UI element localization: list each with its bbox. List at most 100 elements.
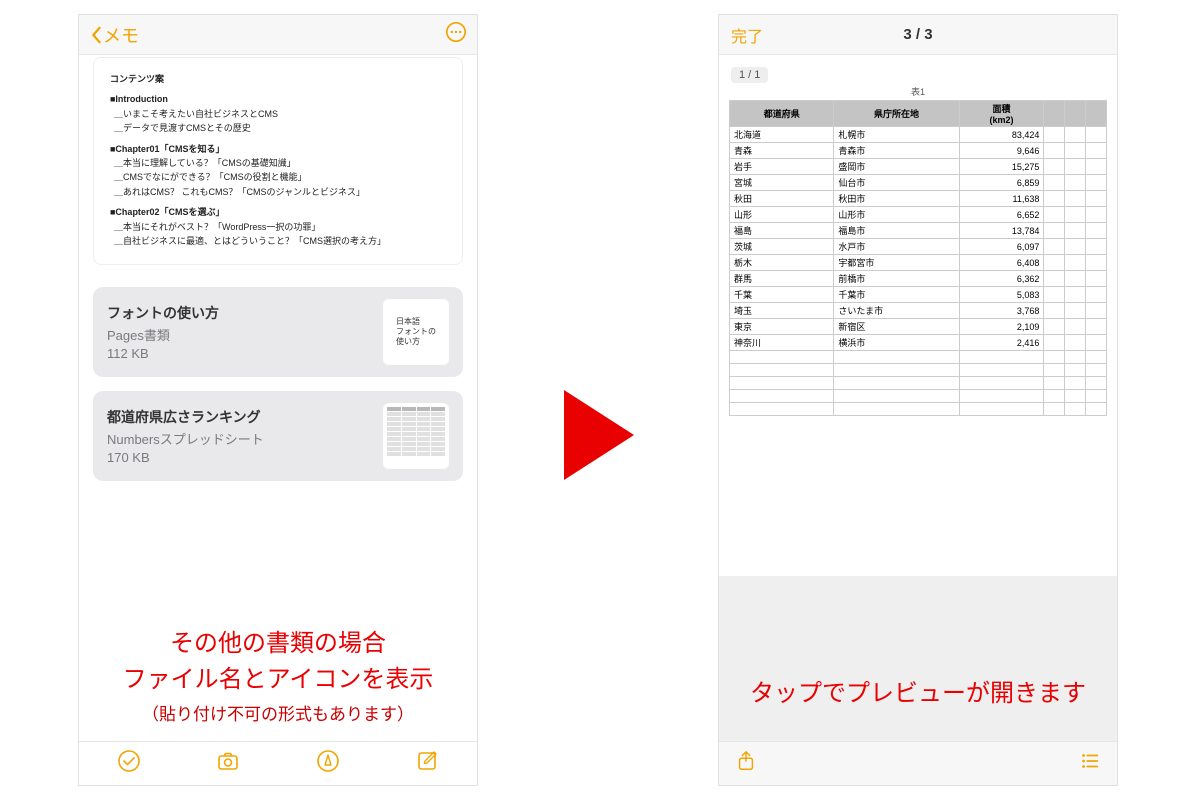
table-cell xyxy=(1065,351,1086,364)
table-cell: 茨城 xyxy=(730,239,834,255)
arrow-icon xyxy=(564,390,634,480)
table-cell xyxy=(1065,335,1086,351)
table-row: 茨城水戸市6,097 xyxy=(730,239,1107,255)
column-header xyxy=(1086,101,1107,127)
table-cell: 北海道 xyxy=(730,127,834,143)
table-cell xyxy=(1044,319,1065,335)
table-row: 埼玉さいたま市3,768 xyxy=(730,303,1107,319)
table-row xyxy=(730,403,1107,416)
table-cell xyxy=(1044,191,1065,207)
checklist-button[interactable] xyxy=(117,749,141,778)
caption-line: その他の書類の場合 xyxy=(50,626,506,662)
table-cell: 宇都宮市 xyxy=(834,255,959,271)
table-row: 千葉千葉市5,083 xyxy=(730,287,1107,303)
table-cell xyxy=(730,351,834,364)
note-line: ＿データで見渡すCMSとその歴史 xyxy=(114,121,446,135)
ellipsis-circle-icon xyxy=(445,21,467,43)
column-header xyxy=(1044,101,1065,127)
table-row: 栃木宇都宮市6,408 xyxy=(730,255,1107,271)
table-cell xyxy=(1086,255,1107,271)
table-cell: 6,097 xyxy=(959,239,1044,255)
table-cell xyxy=(1065,377,1086,390)
table-cell: 6,408 xyxy=(959,255,1044,271)
attachment-card[interactable]: 都道府県広さランキングNumbersスプレッドシート170 KB xyxy=(93,391,463,481)
table-cell: 東京 xyxy=(730,319,834,335)
table-cell: 5,083 xyxy=(959,287,1044,303)
spreadsheet-table: 都道府県県庁所在地面積 (km2) 北海道札幌市83,424青森青森市9,646… xyxy=(729,100,1107,416)
table-cell xyxy=(730,390,834,403)
column-header: 都道府県 xyxy=(730,101,834,127)
table-cell xyxy=(1065,207,1086,223)
table-cell: 9,646 xyxy=(959,143,1044,159)
table-cell: 前橋市 xyxy=(834,271,959,287)
table-row: 神奈川横浜市2,416 xyxy=(730,335,1107,351)
more-button[interactable] xyxy=(445,21,467,48)
bottom-toolbar xyxy=(79,741,477,785)
table-cell xyxy=(730,377,834,390)
table-cell xyxy=(1086,223,1107,239)
table-cell: 15,275 xyxy=(959,159,1044,175)
preview-body[interactable]: 1 / 1 表1 都道府県県庁所在地面積 (km2) 北海道札幌市83,424青… xyxy=(719,55,1117,741)
table-cell xyxy=(1044,175,1065,191)
caption-left: その他の書類の場合 ファイル名とアイコンを表示 （貼り付け不可の形式もあります） xyxy=(50,626,506,728)
table-cell xyxy=(1065,303,1086,319)
table-cell xyxy=(1044,127,1065,143)
table-cell xyxy=(1086,319,1107,335)
table-cell xyxy=(1065,239,1086,255)
note-section-title: ■Chapter02「CMSを選ぶ」 xyxy=(110,205,446,219)
table-cell xyxy=(834,377,959,390)
table-cell: 11,638 xyxy=(959,191,1044,207)
page-indicator: 3 / 3 xyxy=(903,26,932,43)
table-cell xyxy=(1044,239,1065,255)
table-row: 北海道札幌市83,424 xyxy=(730,127,1107,143)
note-section-title: ■Chapter01「CMSを知る」 xyxy=(110,142,446,156)
table-cell: 秋田市 xyxy=(834,191,959,207)
table-cell: 盛岡市 xyxy=(834,159,959,175)
table-cell xyxy=(834,364,959,377)
attachment-title: 都道府県広さランキング xyxy=(107,407,373,427)
table-cell xyxy=(834,390,959,403)
sheet-page: 1 / 1 表1 都道府県県庁所在地面積 (km2) 北海道札幌市83,424青… xyxy=(729,63,1107,416)
note-section-title: ■Introduction xyxy=(110,92,446,106)
table-cell: 青森市 xyxy=(834,143,959,159)
table-cell xyxy=(1065,223,1086,239)
table-cell: 栃木 xyxy=(730,255,834,271)
table-row: 岩手盛岡市15,275 xyxy=(730,159,1107,175)
back-button[interactable]: メモ xyxy=(89,22,139,48)
table-cell: 3,768 xyxy=(959,303,1044,319)
markup-button[interactable] xyxy=(316,749,340,778)
sheet-title: 表1 xyxy=(729,85,1107,98)
table-cell xyxy=(1044,159,1065,175)
table-cell xyxy=(1044,377,1065,390)
table-cell: 千葉市 xyxy=(834,287,959,303)
attachment-thumbnail xyxy=(383,403,449,469)
note-text-card[interactable]: コンテンツ案 ■Introduction＿いまこそ考えたい自社ビジネスとCMS＿… xyxy=(93,57,463,265)
camera-button[interactable] xyxy=(216,749,240,778)
table-row: 群馬前橋市6,362 xyxy=(730,271,1107,287)
table-cell xyxy=(730,364,834,377)
back-label: メモ xyxy=(103,22,139,48)
table-cell: 山形 xyxy=(730,207,834,223)
table-cell: 2,109 xyxy=(959,319,1044,335)
table-row: 宮城仙台市6,859 xyxy=(730,175,1107,191)
share-button[interactable] xyxy=(735,750,757,777)
table-cell xyxy=(1086,303,1107,319)
list-button[interactable] xyxy=(1079,750,1101,777)
table-cell xyxy=(1044,351,1065,364)
done-button[interactable]: 完了 xyxy=(731,23,763,47)
table-cell xyxy=(1086,127,1107,143)
table-cell xyxy=(959,390,1044,403)
table-cell xyxy=(1065,390,1086,403)
table-cell xyxy=(1044,255,1065,271)
note-line: ＿あれはCMS？ これもCMS？「CMSのジャンルとビジネス」 xyxy=(114,185,446,199)
attachment-subtitle: Numbersスプレッドシート xyxy=(107,429,373,448)
compose-button[interactable] xyxy=(415,749,439,778)
sheet-page-badge: 1 / 1 xyxy=(731,67,768,83)
table-cell: 山形市 xyxy=(834,207,959,223)
table-cell xyxy=(1086,335,1107,351)
table-cell xyxy=(1044,335,1065,351)
table-cell xyxy=(1086,364,1107,377)
table-cell xyxy=(1065,127,1086,143)
table-cell: 福島市 xyxy=(834,223,959,239)
attachment-card[interactable]: フォントの使い方Pages書類112 KB日本語 フォントの 使い方 xyxy=(93,287,463,377)
